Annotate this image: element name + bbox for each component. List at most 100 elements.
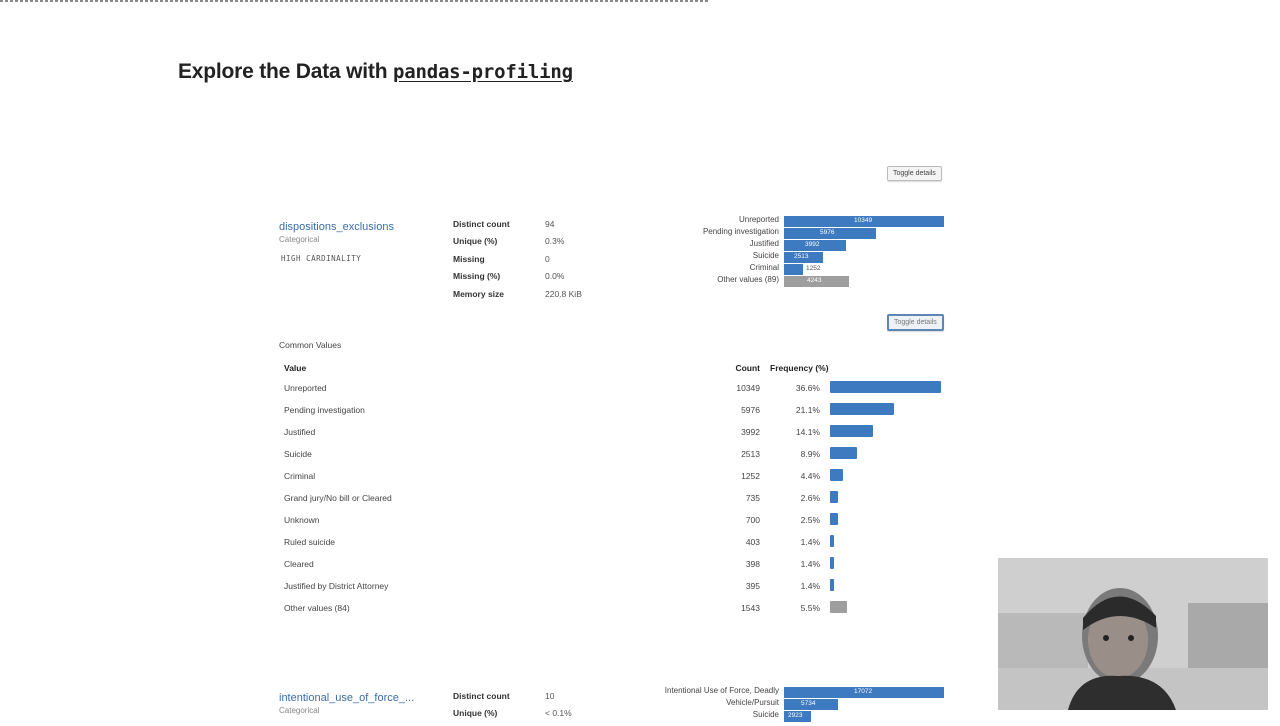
stat-value: 10 xyxy=(545,691,555,701)
frequency-bar-track xyxy=(830,535,942,547)
frequency-bar-track xyxy=(830,381,942,393)
mini-bar-row: Suicide 2513 xyxy=(753,251,944,263)
frequency-bar-track xyxy=(830,601,942,613)
frequency-bar xyxy=(830,557,834,569)
cell-count: 10349 xyxy=(736,383,760,393)
frequency-bar-track xyxy=(830,425,942,437)
high-cardinality-badge: HIGH CARDINALITY xyxy=(281,254,362,263)
cell-value: Other values (84) xyxy=(284,603,350,613)
cell-frequency: 14.1% xyxy=(795,427,820,437)
cell-count: 1252 xyxy=(741,471,760,481)
table-row: Other values (84) 1543 5.5% xyxy=(279,598,949,620)
cell-frequency: 1.4% xyxy=(800,537,820,547)
variable-type-2: Categorical xyxy=(279,706,320,715)
header-frequency: Frequency (%) xyxy=(770,363,829,373)
stat-label: Distinct count xyxy=(453,219,510,229)
header-count: Count xyxy=(735,363,760,373)
mini-bar-row: Vehicle/Pursuit 5734 xyxy=(726,698,944,710)
stat-row: Distinct count 94 xyxy=(453,219,582,236)
table-header: Value Count Frequency (%) xyxy=(279,358,949,378)
variable-type: Categorical xyxy=(279,235,320,244)
mini-bar-count: 2513 xyxy=(794,253,809,260)
slide-title-code: pandas-profiling xyxy=(392,61,573,83)
stat-label: Memory size xyxy=(453,288,505,299)
mini-bar-label: Suicide xyxy=(752,251,779,260)
mini-bar-count: 4243 xyxy=(807,277,822,284)
mini-bar-row: Intentional Use of Force, Deadly 17072 xyxy=(665,686,944,698)
mini-bar-label: Criminal xyxy=(749,263,779,272)
stat-row: Missing 0 xyxy=(453,254,582,271)
stat-value: 0.3% xyxy=(545,236,565,247)
cell-frequency: 21.1% xyxy=(795,405,820,415)
mini-bar-label: Intentional Use of Force, Deadly xyxy=(664,686,779,695)
cell-value: Suicide xyxy=(284,449,312,459)
table-row: Justified by District Attorney 395 1.4% xyxy=(279,576,949,598)
mini-frequency-chart-2: Intentional Use of Force, Deadly 17072 Veh… xyxy=(665,686,944,722)
cell-value: Justified by District Attorney xyxy=(284,581,389,591)
cell-value: Pending investigation xyxy=(284,405,365,415)
cell-count: 403 xyxy=(745,537,760,547)
mini-bar-row: Justified 3992 xyxy=(750,239,944,251)
cell-count: 2513 xyxy=(741,449,760,459)
mini-bar-row: Pending investigation 5976 xyxy=(703,227,944,239)
table-row: Suicide 2513 8.9% xyxy=(279,444,949,466)
top-progress-strip xyxy=(0,0,710,2)
stat-label: Unique (%) xyxy=(453,236,498,247)
mini-bar-count: 17072 xyxy=(854,688,873,695)
cell-frequency: 4.4% xyxy=(800,471,820,481)
mini-bar-count: 1252 xyxy=(806,265,821,272)
variable-name-2[interactable]: intentional_use_of_force_... xyxy=(279,692,414,704)
slide-title: Explore the Data with pandas-profiling xyxy=(178,60,573,84)
mini-bar-row: Unreported 10349 xyxy=(739,215,944,227)
cell-frequency: 2.5% xyxy=(800,515,820,525)
stat-value: 94 xyxy=(545,219,555,229)
mini-bar-row: Criminal 1252 xyxy=(750,263,944,275)
table-row: Ruled suicide 403 1.4% xyxy=(279,532,949,554)
mini-bar-count: 5976 xyxy=(820,229,835,236)
cell-count: 398 xyxy=(745,559,760,569)
table-row: Cleared 398 1.4% xyxy=(279,554,949,576)
stat-label: Distinct count xyxy=(453,691,510,701)
stat-value: 0 xyxy=(545,253,550,264)
mini-bar-row: Suicide 2923 xyxy=(753,710,944,722)
frequency-bar xyxy=(830,535,834,547)
toggle-details-button[interactable]: Toggle details xyxy=(887,314,944,331)
frequency-bar-track xyxy=(830,469,942,481)
cell-count: 735 xyxy=(745,493,760,503)
cell-frequency: 8.9% xyxy=(800,449,820,459)
frequency-bar xyxy=(830,601,847,613)
mini-bar-label: Other values (89) xyxy=(717,275,779,284)
frequency-bar xyxy=(830,403,894,415)
variable-stats-table-2: Distinct count 10 Unique (%) < 0.1% xyxy=(453,691,572,726)
cell-value: Criminal xyxy=(284,471,316,481)
stat-label: Missing xyxy=(453,253,485,264)
header-value: Value xyxy=(284,363,307,373)
mini-bar-count: 5734 xyxy=(801,700,816,707)
table-row: Justified 3992 14.1% xyxy=(279,422,949,444)
mini-bar-label: Justified xyxy=(749,239,779,248)
frequency-bar-track xyxy=(830,579,942,591)
frequency-bar xyxy=(830,579,834,591)
cell-count: 700 xyxy=(745,515,760,525)
variable-stats-table: Distinct count 94 Unique (%) 0.3% Missing 0 Mi… xyxy=(453,219,582,306)
mini-bar-label: Unreported xyxy=(738,215,779,224)
frequency-bar xyxy=(830,513,838,525)
mini-frequency-chart: Unreported 10349 Pending investigation 5976… xyxy=(703,215,944,287)
variable-name[interactable]: dispositions_exclusions xyxy=(279,221,394,233)
frequency-bar-track xyxy=(830,491,942,503)
cell-value: Unknown xyxy=(284,515,320,525)
mini-bar-count: 2923 xyxy=(788,712,803,719)
common-values-title: Common Values xyxy=(279,340,342,350)
stat-row: Unique (%) < 0.1% xyxy=(453,708,572,725)
toggle-details-button-top[interactable]: Toggle details xyxy=(887,166,942,181)
frequency-bar xyxy=(830,381,941,393)
table-body: Unreported 10349 36.6% Pending investigatio… xyxy=(279,378,949,620)
cell-value: Cleared xyxy=(284,559,314,569)
table-row: Criminal 1252 4.4% xyxy=(279,466,949,488)
cell-value: Unreported xyxy=(284,383,327,393)
cell-value: Justified xyxy=(284,427,316,437)
cell-frequency: 1.4% xyxy=(800,581,820,591)
cell-frequency: 1.4% xyxy=(800,559,820,569)
table-row: Unreported 10349 36.6% xyxy=(279,378,949,400)
cell-count: 395 xyxy=(745,581,760,591)
